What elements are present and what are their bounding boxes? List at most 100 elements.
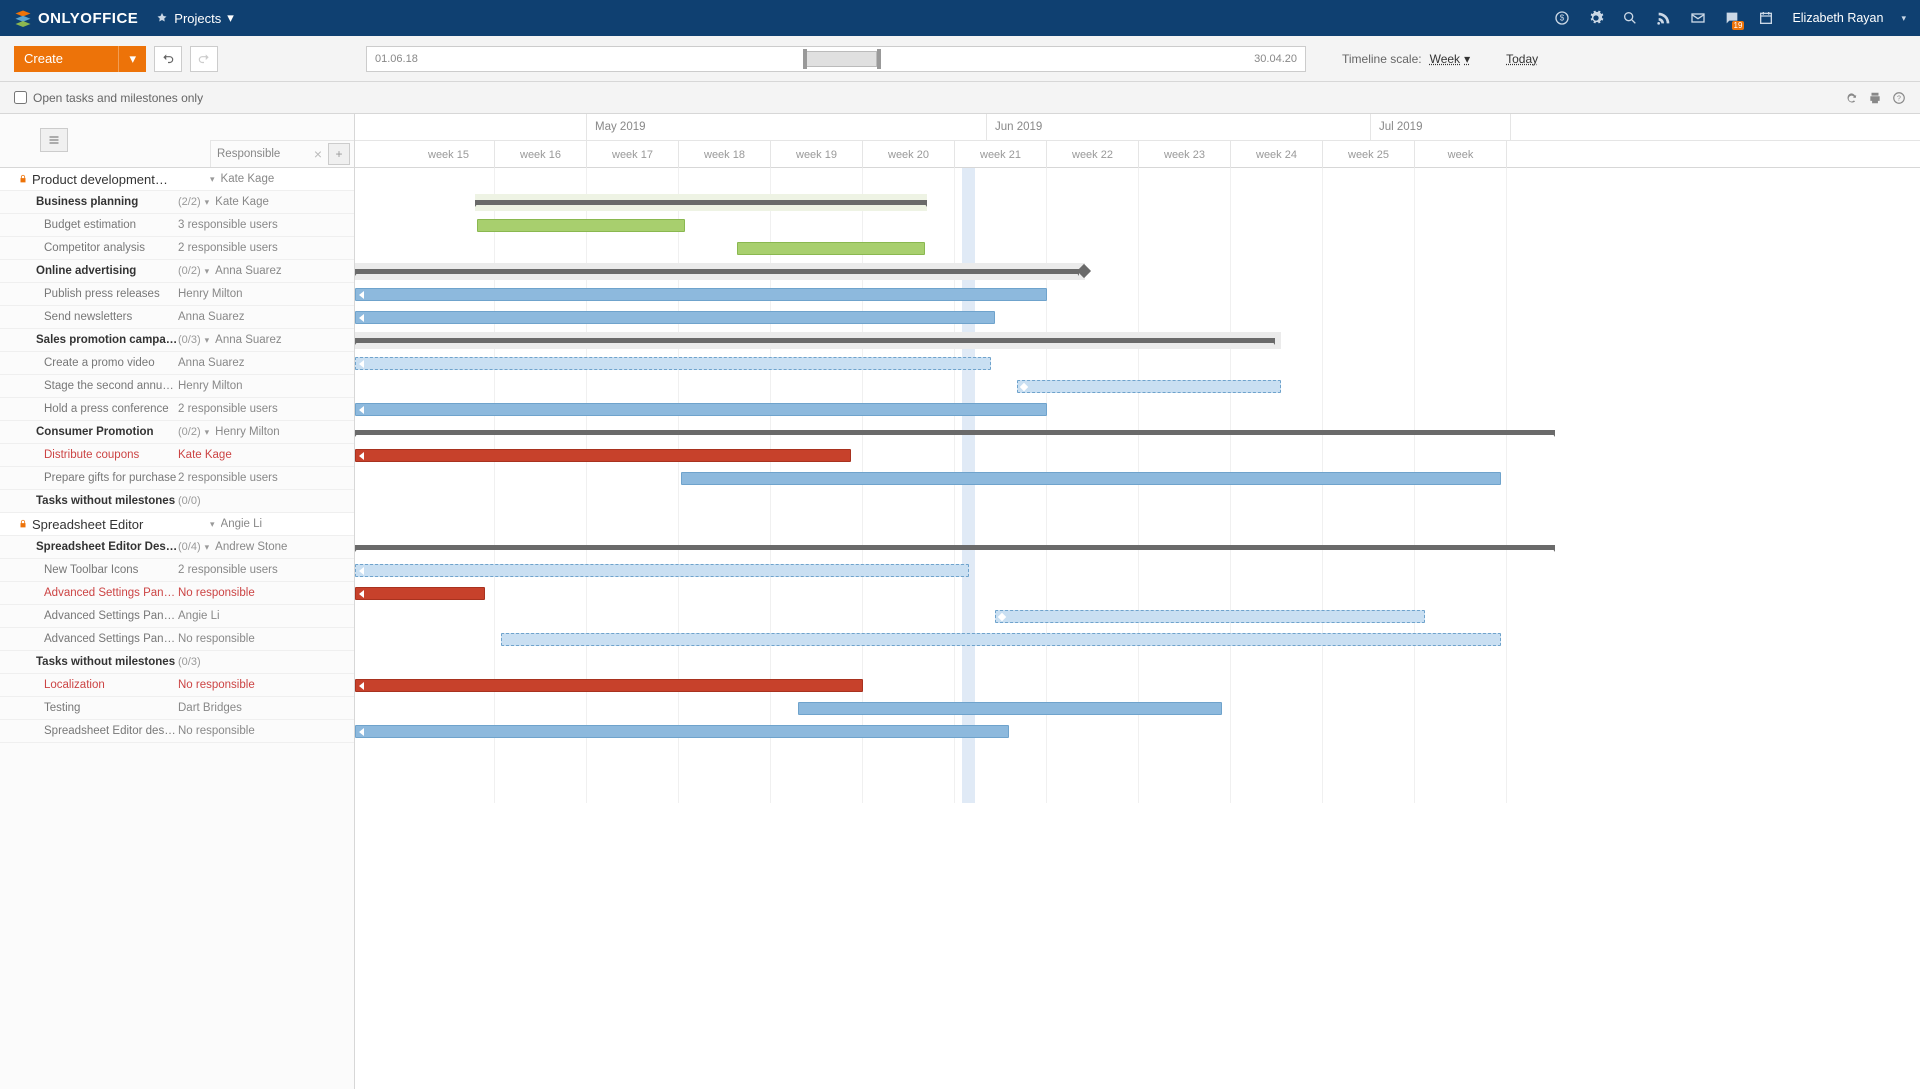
task-bar[interactable] xyxy=(355,288,1047,301)
scale-select[interactable]: Week ▾ xyxy=(1430,52,1471,66)
task-bar[interactable] xyxy=(355,725,1009,738)
summary-bar[interactable] xyxy=(475,200,927,205)
mail-icon[interactable] xyxy=(1690,10,1706,26)
open-only-input[interactable] xyxy=(14,91,27,104)
milestone-row[interactable]: Business planning(2/2)▾Kate Kage xyxy=(0,191,354,214)
milestone-row[interactable]: Spreadsheet Editor Design(0/4)▾Andrew St… xyxy=(0,536,354,559)
gantt-row[interactable] xyxy=(355,559,1920,582)
task-bar[interactable] xyxy=(355,311,995,324)
task-bar[interactable] xyxy=(501,633,1501,646)
milestone-row[interactable]: Tasks without milestones(0/3) xyxy=(0,651,354,674)
task-bar[interactable] xyxy=(355,679,863,692)
chat-icon-wrap[interactable]: 19 xyxy=(1724,10,1740,26)
task-bar[interactable] xyxy=(355,587,485,600)
task-row[interactable]: Spreadsheet Editor descripti…No responsi… xyxy=(0,720,354,743)
task-row[interactable]: Advanced Settings Panel (ch…Angie Li xyxy=(0,605,354,628)
task-bar[interactable] xyxy=(1017,380,1281,393)
gantt-row[interactable] xyxy=(355,444,1920,467)
task-bar[interactable] xyxy=(798,702,1222,715)
chevron-down-icon[interactable]: ▾ xyxy=(205,266,210,277)
task-row[interactable]: Prepare gifts for purchase2 responsible … xyxy=(0,467,354,490)
summary-bar[interactable] xyxy=(355,430,1555,435)
gantt-row[interactable] xyxy=(355,582,1920,605)
summary-bar[interactable] xyxy=(355,269,1079,274)
task-row[interactable]: LocalizationNo responsible xyxy=(0,674,354,697)
milestone-row[interactable]: Sales promotion campaign(0/3)▾Anna Suare… xyxy=(0,329,354,352)
chevron-down-icon[interactable]: ▾ xyxy=(210,174,215,185)
task-row[interactable]: Send newslettersAnna Suarez xyxy=(0,306,354,329)
hamburger-button[interactable] xyxy=(40,128,68,152)
gantt-row[interactable] xyxy=(355,490,1920,513)
gear-icon[interactable] xyxy=(1588,10,1604,26)
gantt-row[interactable] xyxy=(355,214,1920,237)
task-bar[interactable] xyxy=(355,564,969,577)
close-icon[interactable]: × xyxy=(308,146,328,162)
redo-button[interactable] xyxy=(190,46,218,72)
timeline-range[interactable]: 01.06.18 30.04.20 xyxy=(366,46,1306,72)
gantt-row[interactable] xyxy=(355,513,1920,536)
task-row[interactable]: Hold a press conference2 responsible use… xyxy=(0,398,354,421)
chevron-down-icon[interactable]: ▾ xyxy=(205,335,210,346)
range-thumb[interactable] xyxy=(803,51,877,67)
gantt-row[interactable] xyxy=(355,421,1920,444)
task-row[interactable]: Competitor analysis2 responsible users xyxy=(0,237,354,260)
refresh-icon[interactable] xyxy=(1844,91,1858,105)
task-bar[interactable] xyxy=(995,610,1425,623)
milestone-row[interactable]: Tasks without milestones(0/0) xyxy=(0,490,354,513)
gantt-row[interactable] xyxy=(355,398,1920,421)
add-column-button[interactable]: + xyxy=(328,143,350,165)
gantt-row[interactable] xyxy=(355,628,1920,651)
task-bar[interactable] xyxy=(737,242,925,255)
summary-bar[interactable] xyxy=(355,545,1555,550)
undo-button[interactable] xyxy=(154,46,182,72)
module-switcher[interactable]: Projects ▾ xyxy=(156,10,234,26)
task-row[interactable]: Budget estimation3 responsible users xyxy=(0,214,354,237)
gantt-row[interactable] xyxy=(355,467,1920,490)
gantt-row[interactable] xyxy=(355,536,1920,559)
task-row[interactable]: Create a promo videoAnna Suarez xyxy=(0,352,354,375)
milestone-row[interactable]: Consumer Promotion(0/2)▾Henry Milton xyxy=(0,421,354,444)
gantt-body[interactable] xyxy=(355,168,1920,803)
task-bar[interactable] xyxy=(355,357,991,370)
gantt-row[interactable] xyxy=(355,306,1920,329)
task-bar[interactable] xyxy=(477,219,685,232)
task-row[interactable]: Advanced Settings Panel (au…No responsib… xyxy=(0,582,354,605)
gantt-row[interactable] xyxy=(355,191,1920,214)
gantt-row[interactable] xyxy=(355,674,1920,697)
task-row[interactable]: Advanced Settings Panel (im…No responsib… xyxy=(0,628,354,651)
summary-bar[interactable] xyxy=(355,338,1275,343)
task-row[interactable]: TestingDart Bridges xyxy=(0,697,354,720)
create-button[interactable]: Create ▾ xyxy=(14,46,146,72)
task-row[interactable]: Publish press releasesHenry Milton xyxy=(0,283,354,306)
task-row[interactable]: New Toolbar Icons2 responsible users xyxy=(0,559,354,582)
gantt-row[interactable] xyxy=(355,375,1920,398)
gantt-row[interactable] xyxy=(355,651,1920,674)
gantt-row[interactable] xyxy=(355,237,1920,260)
app-logo[interactable]: ONLYOFFICE xyxy=(14,9,138,27)
gantt-row[interactable] xyxy=(355,329,1920,352)
print-icon[interactable] xyxy=(1868,91,1882,105)
gantt-row[interactable] xyxy=(355,168,1920,191)
gantt-row[interactable] xyxy=(355,352,1920,375)
task-bar[interactable] xyxy=(355,449,851,462)
chevron-down-icon[interactable]: ▾ xyxy=(205,427,210,438)
search-icon[interactable] xyxy=(1622,10,1638,26)
project-row[interactable]: Product development…▾Kate Kage xyxy=(0,168,354,191)
milestone-row[interactable]: Online advertising(0/2)▾Anna Suarez xyxy=(0,260,354,283)
user-menu[interactable]: Elizabeth Rayan xyxy=(1792,11,1883,25)
task-bar[interactable] xyxy=(681,472,1501,485)
task-row[interactable]: Distribute couponsKate Kage xyxy=(0,444,354,467)
today-link[interactable]: Today xyxy=(1506,52,1538,66)
gantt-row[interactable] xyxy=(355,260,1920,283)
chevron-down-icon[interactable]: ▾ xyxy=(205,542,210,553)
gantt-row[interactable] xyxy=(355,283,1920,306)
project-row[interactable]: Spreadsheet Editor▾Angie Li xyxy=(0,513,354,536)
currency-icon[interactable]: $ xyxy=(1554,10,1570,26)
task-row[interactable]: Stage the second annual ex…Henry Milton xyxy=(0,375,354,398)
task-bar[interactable] xyxy=(355,403,1047,416)
chevron-down-icon[interactable]: ▾ xyxy=(210,519,215,530)
help-icon[interactable]: ? xyxy=(1892,91,1906,105)
feed-icon[interactable] xyxy=(1656,10,1672,26)
calendar-icon[interactable] xyxy=(1758,10,1774,26)
range-handle-left[interactable] xyxy=(803,49,807,69)
